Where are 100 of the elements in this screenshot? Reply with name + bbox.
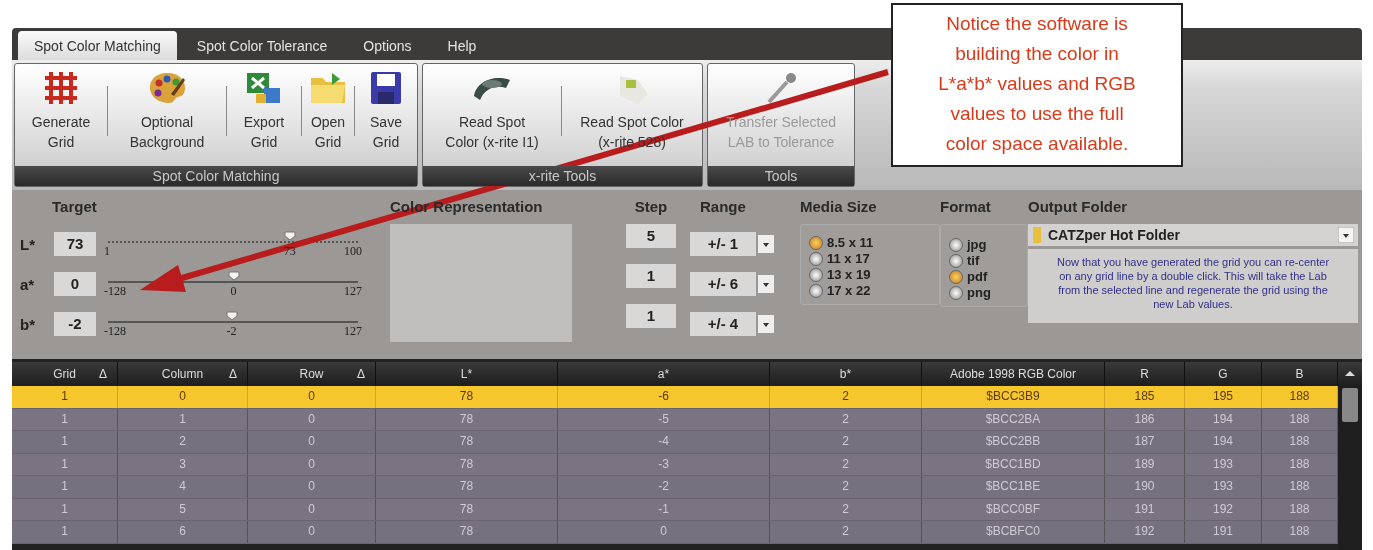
header-label: G: [1218, 367, 1228, 381]
hint-text: Now that you have generated the grid you can re-center on any grid line by a double click. This will take the Lab from the selected line and regenerate the grid using the new Lab values.: [1028, 249, 1358, 323]
value-field[interactable]: 73: [54, 232, 96, 256]
radio-circle[interactable]: [949, 269, 963, 284]
option-label: jpg: [967, 237, 987, 252]
header-label: Adobe 1998 RGB Color: [949, 367, 1077, 381]
table-cell: 192: [1105, 521, 1185, 543]
table-cell: $BCC0BF: [922, 498, 1105, 520]
group-title: x-rite Tools: [423, 166, 702, 186]
table-cell: $BCC2BB: [922, 431, 1105, 453]
radio-option[interactable]: 8.5 x 11: [809, 235, 931, 250]
ribbon-button[interactable]: Optional Background: [108, 64, 226, 166]
slider-thumb[interactable]: [283, 231, 296, 241]
table-cell: -3: [558, 453, 770, 475]
header-label: B: [1295, 367, 1304, 381]
table-cell: 2: [770, 431, 922, 453]
slider-max: 127: [344, 324, 362, 339]
slider-value: -2: [226, 324, 237, 339]
radio-option[interactable]: jpg: [949, 237, 1019, 252]
radio-circle[interactable]: [809, 251, 823, 266]
table-cell: 2: [770, 521, 922, 543]
table-cell: $BCC1BD: [922, 453, 1105, 475]
table-cell: $BCBFC0: [922, 521, 1105, 543]
header-label: Grid: [53, 367, 76, 381]
table-cell: 78: [376, 408, 558, 430]
table-cell: $BCC1BE: [922, 476, 1105, 498]
radio-option[interactable]: 13 x 19: [809, 267, 931, 282]
option-label: png: [967, 285, 991, 300]
step-field[interactable]: 1: [626, 304, 676, 328]
channel-label: b*: [20, 315, 36, 333]
table-cell: 3: [118, 453, 248, 475]
menu-tab[interactable]: Options: [347, 31, 428, 60]
table-cell: 1: [12, 431, 118, 453]
section-title: Step: [634, 198, 668, 217]
table-cell: 189: [1105, 453, 1185, 475]
menu-tab[interactable]: Help: [431, 31, 493, 60]
table-cell: 1: [12, 408, 118, 430]
value-field[interactable]: 0: [54, 272, 96, 296]
table-cell: 78: [376, 386, 558, 408]
menu-tab[interactable]: Spot Color Tolerance: [180, 31, 344, 60]
header-label: R: [1140, 367, 1149, 381]
table-cell: 0: [558, 521, 770, 543]
header-label: b*: [839, 367, 852, 381]
ribbon-button[interactable]: Export Grid: [227, 64, 301, 166]
value-field[interactable]: -2: [54, 312, 96, 336]
table-cell: 194: [1185, 408, 1262, 430]
radio-option[interactable]: png: [949, 285, 1019, 300]
ribbon-button[interactable]: Generate Grid: [15, 64, 107, 166]
range-dropdown[interactable]: +/- 4: [690, 312, 756, 336]
option-label: 8.5 x 11: [827, 235, 874, 250]
radio-circle[interactable]: [809, 283, 823, 298]
slider-thumb[interactable]: [227, 271, 240, 281]
group-title: Spot Color Matching: [15, 166, 417, 186]
radio-circle[interactable]: [809, 235, 823, 250]
callout-note: Notice the software is building the color in L*a*b* values and RGB values to use the full color space available.: [891, 3, 1183, 167]
table-row[interactable]: 1 0 0 78 -6 2 $BCC3B9 185 195 188: [12, 386, 1338, 409]
scroll-thumb[interactable]: [1342, 388, 1358, 422]
radio-circle[interactable]: [949, 237, 963, 252]
radio-circle[interactable]: [949, 285, 963, 300]
ribbon-button[interactable]: Save Grid: [355, 64, 417, 166]
table-cell: 1: [12, 453, 118, 475]
menu-tab[interactable]: Spot Color Matching: [18, 31, 177, 60]
scrollbar[interactable]: [1338, 386, 1362, 550]
dropdown-arrow-icon[interactable]: [1338, 227, 1354, 243]
option-label: tif: [967, 253, 980, 268]
range-dropdown[interactable]: +/- 6: [690, 272, 756, 296]
slider-thumb[interactable]: [225, 311, 238, 321]
radio-option[interactable]: 11 x 17: [809, 251, 931, 266]
table-cell: 2: [770, 408, 922, 430]
grid-icon: [42, 70, 80, 106]
table-cell: 78: [376, 453, 558, 475]
radio-option[interactable]: tif: [949, 253, 1019, 268]
table-cell: 2: [770, 453, 922, 475]
radio-circle[interactable]: [949, 253, 963, 268]
palette-icon: [147, 70, 187, 106]
radio-option[interactable]: pdf: [949, 269, 1019, 284]
header-label: a*: [657, 367, 670, 381]
table-cell: 1: [12, 476, 118, 498]
radio-option[interactable]: 17 x 22: [809, 283, 931, 298]
step-field[interactable]: 5: [626, 224, 676, 248]
table-cell: 6: [118, 521, 248, 543]
folder-dropdown[interactable]: CATZper Hot Folder: [1028, 224, 1358, 246]
ribbon-button[interactable]: Open Grid: [302, 64, 354, 166]
table-cell: 5: [118, 498, 248, 520]
section-title: Output Folder: [1028, 198, 1129, 217]
table-cell: 193: [1185, 476, 1262, 498]
radio-circle[interactable]: [809, 267, 823, 282]
slider-min: -128: [104, 284, 126, 299]
range-dropdown[interactable]: +/- 1: [690, 232, 756, 256]
section-title: Range: [699, 198, 747, 217]
section-title: Format: [940, 198, 992, 217]
slider-max: 127: [344, 284, 362, 299]
table-cell: 0: [248, 431, 376, 453]
table-cell: 192: [1185, 498, 1262, 520]
step-field[interactable]: 1: [626, 264, 676, 288]
table-cell: 0: [248, 476, 376, 498]
ribbon-button[interactable]: Read Spot Color (x-rite I1): [423, 64, 561, 166]
table-cell: 186: [1105, 408, 1185, 430]
table-cell: 187: [1105, 431, 1185, 453]
slider-min: -128: [104, 324, 126, 339]
